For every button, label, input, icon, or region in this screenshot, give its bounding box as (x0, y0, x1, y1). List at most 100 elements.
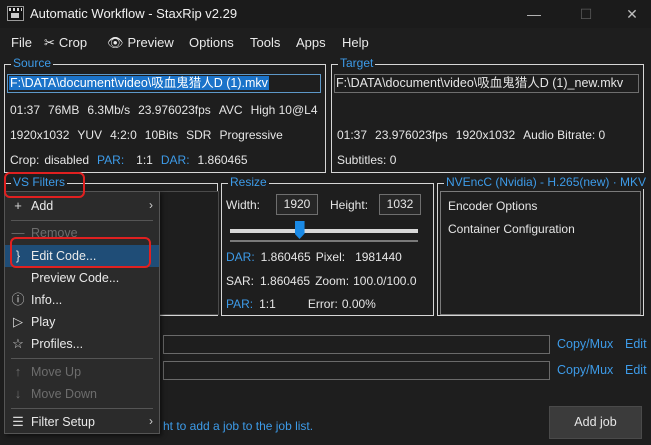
menu-help[interactable]: Help (342, 35, 369, 50)
resize-pixel-label: Pixel: (315, 250, 346, 264)
chevron-right-icon: › (149, 198, 153, 212)
ctx-preview-code[interactable]: Preview Code... (5, 267, 159, 289)
encoder-options-link[interactable]: Encoder Options (448, 199, 537, 213)
arrow-up-icon: ↑ (14, 364, 22, 379)
ctx-add[interactable]: + Add › (5, 195, 159, 217)
vs-filters-list[interactable] (155, 191, 219, 315)
encoder-label[interactable]: NVEncC (Nvidia) - H.265(new) · MKV (444, 175, 649, 189)
arrow-down-icon: ↓ (14, 386, 22, 401)
source-crop-value: disabled (44, 153, 90, 167)
annotation-highlight-edit-code (10, 237, 151, 268)
clapperboard-icon (7, 6, 24, 21)
ctx-info[interactable]: ⓘ Info... (5, 289, 159, 311)
target-resolution: 1920x1032 (455, 128, 516, 142)
source-dar-label: DAR: (160, 153, 190, 167)
status-hint: ht to add a job to the job list. (163, 419, 314, 433)
source-path-text: F:\DATA\document\video\吸血鬼猎人D (1).mkv (9, 76, 269, 90)
ctx-move-down[interactable]: ↓ Move Down (5, 383, 159, 405)
info-icon: ⓘ (11, 292, 25, 307)
minimize-button[interactable]: — (511, 2, 557, 26)
audio-track-2-input[interactable] (163, 361, 550, 380)
source-profile: High 10@L4 (250, 103, 318, 117)
resize-dar-label: DAR: (226, 250, 255, 264)
source-scan: Progressive (219, 128, 283, 142)
resize-height-label: Height: (330, 198, 369, 212)
target-path-text: F:\DATA\document\video\吸血鬼猎人D (1)_new.mk… (336, 76, 624, 90)
target-duration: 01:37 (337, 128, 368, 142)
resize-par-label: PAR: (226, 297, 254, 311)
scissors-icon: ✂ (44, 35, 55, 50)
resize-error-label: Error: (307, 297, 338, 311)
audio-2-edit-link[interactable]: Edit (625, 363, 647, 377)
annotation-highlight-vs-filters (4, 172, 85, 198)
menu-crop[interactable]: ✂ Crop (44, 35, 87, 51)
ctx-filter-setup[interactable]: ☰ Filter Setup › (5, 411, 159, 433)
source-size: 76MB (48, 103, 80, 117)
ctx-separator (11, 408, 153, 409)
menu-file[interactable]: File (11, 35, 32, 50)
ctx-info-label: Info... (31, 293, 63, 307)
source-duration: 01:37 (10, 103, 41, 117)
menu-apps[interactable]: Apps (296, 35, 326, 50)
source-path-input[interactable]: F:\DATA\document\video\吸血鬼猎人D (1).mkv (7, 74, 321, 93)
ctx-add-label: Add (31, 199, 54, 213)
audio-2-copy-mux-link[interactable]: Copy/Mux (557, 363, 613, 377)
target-subtitles: Subtitles: 0 (337, 153, 397, 167)
source-dar-value: 1.860465 (197, 153, 248, 167)
add-job-button[interactable]: Add job (549, 406, 642, 439)
source-bitdepth: 10Bits (144, 128, 179, 142)
source-fps: 23.976023fps (138, 103, 211, 117)
play-icon: ▷ (13, 314, 23, 329)
source-label: Source (11, 56, 54, 70)
resize-error-value: 0.00% (341, 297, 376, 311)
list-icon: ☰ (12, 414, 24, 429)
height-input[interactable]: 1032 (379, 194, 421, 215)
source-bitrate: 6.3Mb/s (87, 103, 131, 117)
chevron-right-icon: › (149, 414, 153, 428)
audio-1-edit-link[interactable]: Edit (625, 337, 647, 351)
target-label: Target (338, 56, 376, 70)
ctx-move-up-label: Move Up (31, 365, 82, 379)
menu-crop-label: Crop (58, 35, 88, 50)
source-hdr: SDR (186, 128, 212, 142)
resize-sar-label: SAR: (226, 274, 255, 288)
ctx-play[interactable]: ▷ Play (5, 311, 159, 333)
resize-sar-value: 1.860465 (260, 274, 311, 288)
resize-zoom-label: Zoom: (315, 274, 350, 288)
ctx-move-up[interactable]: ↑ Move Up (5, 361, 159, 383)
audio-1-copy-mux-link[interactable]: Copy/Mux (557, 337, 613, 351)
source-colorspace: YUV (77, 128, 103, 142)
ctx-profiles[interactable]: ☆ Profiles... (5, 333, 159, 355)
container-configuration-link[interactable]: Container Configuration (448, 222, 575, 236)
target-info-line1: 01:37 23.976023fps 1920x1032 Audio Bitrate:… (337, 128, 613, 142)
resize-pixel-value: 1981440 (355, 250, 402, 264)
target-fps: 23.976023fps (375, 128, 448, 142)
menu-options[interactable]: Options (189, 35, 234, 50)
resize-zoom-value: 100.0/100.0 (353, 274, 417, 288)
resize-label: Resize (228, 175, 269, 189)
plus-icon: + (14, 198, 22, 213)
ctx-profiles-label: Profiles... (31, 337, 84, 351)
menu-preview-label: Preview (127, 35, 174, 50)
eye-icon: 👁 (107, 35, 124, 50)
audio-track-1-input[interactable] (163, 335, 550, 354)
source-par-value: 1:1 (136, 153, 153, 167)
resize-info-line3: PAR: 1:1 Error: 0.00% (226, 297, 384, 311)
menu-preview[interactable]: 👁 Preview (107, 35, 174, 51)
source-chroma: 4:2:0 (110, 128, 137, 142)
vs-filters-context-menu: + Add › — Remove } Edit Code... Preview … (4, 191, 160, 434)
resize-par-value: 1:1 (259, 297, 276, 311)
menu-tools[interactable]: Tools (250, 35, 280, 50)
maximize-button[interactable]: ☐ (563, 2, 609, 26)
ctx-separator (11, 220, 153, 221)
resize-slider-track[interactable] (230, 229, 418, 233)
close-button[interactable]: ✕ (609, 2, 651, 26)
ctx-move-down-label: Move Down (31, 387, 97, 401)
ctx-play-label: Play (31, 315, 56, 329)
target-path-input[interactable]: F:\DATA\document\video\吸血鬼猎人D (1)_new.mk… (334, 74, 639, 93)
window-title: Automatic Workflow - StaxRip v2.29 (30, 6, 238, 21)
source-resolution: 1920x1032 (10, 128, 70, 142)
ctx-separator (11, 358, 153, 359)
width-input[interactable]: 1920 (276, 194, 318, 215)
menu-bar: File ✂ Crop 👁 Preview Options Tools Apps H… (0, 28, 651, 56)
